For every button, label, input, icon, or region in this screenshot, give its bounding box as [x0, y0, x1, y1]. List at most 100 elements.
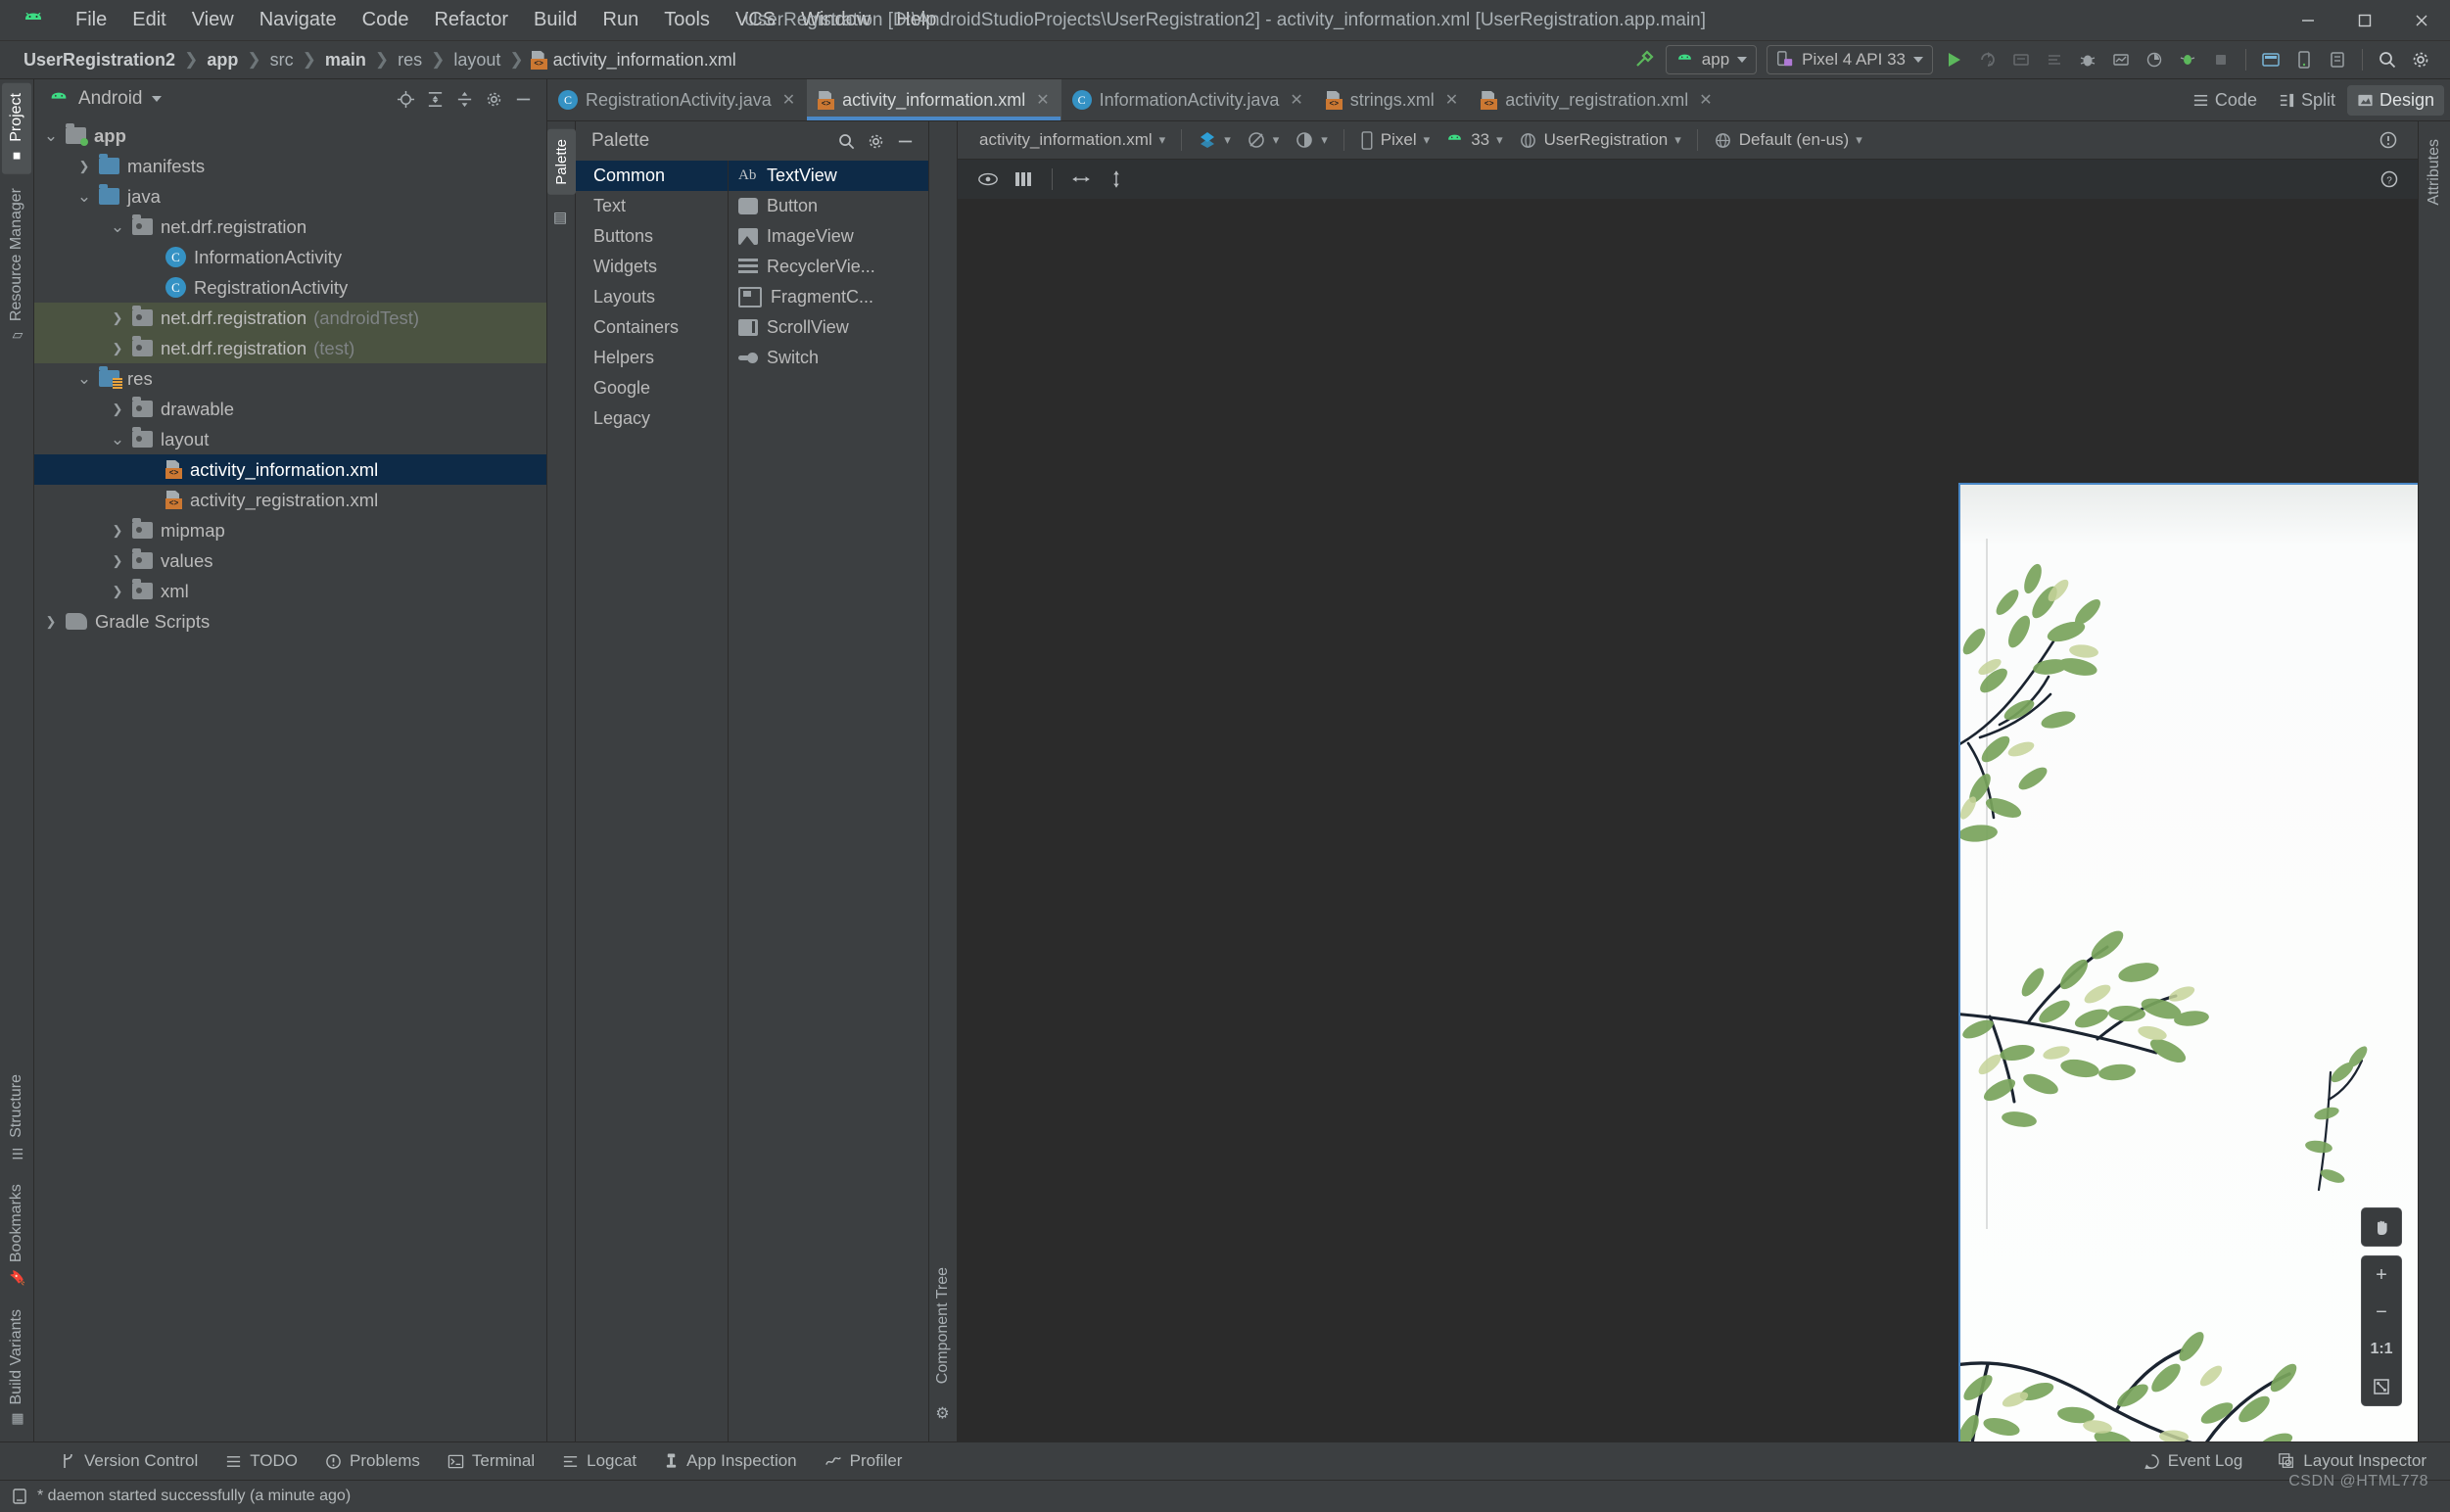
bottom-item-app-inspection[interactable]: App Inspection — [650, 1447, 810, 1475]
palette-item-textview[interactable]: Ab TextView — [729, 161, 928, 191]
palette-item-scrollview[interactable]: ScrollView — [729, 312, 928, 343]
tab-activity-information-xml[interactable]: activity_information.xml ✕ — [807, 79, 1061, 120]
bottom-item-problems[interactable]: Problems — [311, 1447, 434, 1475]
bottom-item-version-control[interactable]: Version Control — [47, 1447, 212, 1475]
palette-category-text[interactable]: Text — [576, 191, 728, 221]
palette-category-common[interactable]: Common — [576, 161, 728, 191]
tree-row[interactable]: ❯ drawable — [34, 394, 546, 424]
palette-item-imageview[interactable]: ImageView — [729, 221, 928, 252]
palette-category-layouts[interactable]: Layouts — [576, 282, 728, 312]
apply-code-changes-icon[interactable] — [2005, 45, 2037, 74]
component-tree-settings-icon[interactable]: ⚙ — [928, 1394, 959, 1432]
sidebar-item-bookmarks[interactable]: 🔖 Bookmarks — [2, 1174, 31, 1296]
tree-row[interactable]: ❯ xml — [34, 576, 546, 606]
sidebar-item-resource-manager[interactable]: ▱ Resource Manager — [2, 178, 31, 354]
chevron-right-icon[interactable]: ❯ — [107, 402, 128, 417]
tree-row[interactable]: activity_information.xml — [34, 454, 546, 485]
chevron-right-icon[interactable]: ❯ — [73, 159, 95, 174]
tree-row[interactable]: ❯ net.drf.registration (androidTest) — [34, 303, 546, 333]
palette-category-google[interactable]: Google — [576, 373, 728, 403]
menu-item-tools[interactable]: Tools — [651, 6, 723, 34]
make-project-icon[interactable] — [1628, 45, 1660, 74]
help-icon[interactable]: ? — [2375, 165, 2404, 193]
tab-registration-activity-java[interactable]: C RegistrationActivity.java ✕ — [547, 79, 807, 120]
bottom-item-event-log[interactable]: Event Log — [2130, 1447, 2257, 1475]
palette-category-helpers[interactable]: Helpers — [576, 343, 728, 373]
chevron-right-icon[interactable]: ❯ — [107, 523, 128, 539]
close-icon[interactable]: ✕ — [1699, 90, 1712, 110]
attach-debugger-icon[interactable] — [2172, 45, 2203, 74]
tree-row[interactable]: ⌄ layout — [34, 424, 546, 454]
tree-row[interactable]: ❯ net.drf.registration (test) — [34, 333, 546, 363]
tab-palette-vertical[interactable]: Palette — [546, 129, 576, 195]
tree-row[interactable]: ⌄ java — [34, 181, 546, 212]
menu-item-run[interactable]: Run — [590, 6, 652, 34]
chevron-right-icon[interactable]: ❯ — [107, 553, 128, 569]
menu-item-build[interactable]: Build — [521, 6, 589, 34]
minimize-button[interactable] — [2280, 0, 2336, 40]
menu-item-file[interactable]: File — [63, 6, 119, 34]
night-mode-selector[interactable]: ▾ — [1287, 127, 1336, 153]
debug-icon[interactable] — [2072, 45, 2103, 74]
menu-item-window[interactable]: Window — [788, 6, 883, 34]
sidebar-item-attributes[interactable]: Attributes — [2420, 129, 2449, 215]
close-icon[interactable]: ✕ — [1290, 90, 1302, 110]
zoom-actual-size-button[interactable]: 1:1 — [2362, 1331, 2401, 1368]
device-preview-render[interactable] — [1958, 483, 2418, 1441]
tree-row[interactable]: ❯ mipmap — [34, 515, 546, 545]
run-configuration-selector[interactable]: app — [1665, 45, 1758, 74]
theme-selector[interactable]: UserRegistration ▾ — [1511, 127, 1689, 153]
menu-item-code[interactable]: Code — [350, 6, 422, 34]
render-surface[interactable] — [1958, 483, 2418, 1441]
view-mode-code[interactable]: Code — [2183, 85, 2267, 116]
code-changes-icon[interactable] — [2039, 45, 2070, 74]
run-coverage-icon[interactable] — [2139, 45, 2170, 74]
minimize-icon[interactable] — [891, 128, 919, 154]
device-preview-selector[interactable]: Pixel ▾ — [1352, 127, 1437, 153]
zoom-to-fit-button[interactable] — [2362, 1368, 2401, 1405]
layout-variant-selector[interactable]: activity_information.xml ▾ — [971, 127, 1173, 153]
layout-columns-icon[interactable] — [1009, 165, 1038, 193]
apply-changes-icon[interactable]: A — [1972, 45, 2003, 74]
profile-icon[interactable] — [2105, 45, 2137, 74]
sidebar-item-build-variants[interactable]: ▦ Build Variants — [2, 1299, 31, 1438]
tab-strings-xml[interactable]: strings.xml ✕ — [1315, 79, 1470, 120]
search-everywhere-icon[interactable] — [2372, 45, 2403, 74]
palette-item-fragmentc[interactable]: FragmentC... — [729, 282, 928, 312]
chevron-right-icon[interactable]: ❯ — [107, 310, 128, 326]
tree-row[interactable]: ❯ values — [34, 545, 546, 576]
bottom-item-logcat[interactable]: Logcat — [548, 1447, 650, 1475]
maximize-button[interactable] — [2336, 0, 2393, 40]
palette-item-button[interactable]: Button — [729, 191, 928, 221]
tree-row[interactable]: C RegistrationActivity — [34, 272, 546, 303]
tree-row[interactable]: ❯ Gradle Scripts — [34, 606, 546, 637]
tree-row[interactable]: activity_registration.xml — [34, 485, 546, 515]
design-mode-selector[interactable]: ▾ — [1190, 127, 1239, 153]
breadcrumb-res[interactable]: res — [396, 49, 424, 71]
breadcrumb-app[interactable]: app — [205, 49, 240, 71]
tree-row[interactable]: ⌄ res — [34, 363, 546, 394]
menu-item-vcs[interactable]: VCS — [723, 6, 788, 34]
palette-item-switch[interactable]: Switch — [729, 343, 928, 373]
design-canvas[interactable]: + − 1:1 — [958, 199, 2418, 1441]
sdk-manager-icon[interactable] — [2255, 45, 2286, 74]
breadcrumb-src[interactable]: src — [268, 49, 296, 71]
palette-category-buttons[interactable]: Buttons — [576, 221, 728, 252]
menu-item-view[interactable]: View — [179, 6, 247, 34]
palette-item-recyclervie[interactable]: RecyclerVie... — [729, 252, 928, 282]
palette-strip-icon-slot[interactable]: ▤ — [546, 201, 576, 238]
breadcrumb-project[interactable]: UserRegistration2 — [22, 49, 177, 71]
close-button[interactable] — [2393, 0, 2450, 40]
palette-category-containers[interactable]: Containers — [576, 312, 728, 343]
close-icon[interactable]: ✕ — [1036, 90, 1049, 110]
close-icon[interactable]: ✕ — [782, 90, 795, 110]
gear-icon[interactable] — [862, 128, 889, 154]
device-explorer-icon[interactable] — [2322, 45, 2353, 74]
menu-item-help[interactable]: Help — [883, 6, 949, 34]
breadcrumb-main[interactable]: main — [323, 49, 368, 71]
tree-row[interactable]: ❯ manifests — [34, 151, 546, 181]
chevron-down-icon[interactable]: ⌄ — [73, 370, 95, 387]
blueprint-toggle[interactable]: ▾ — [1239, 127, 1288, 153]
bottom-item-layout-inspector[interactable]: Layout Inspector — [2264, 1447, 2440, 1475]
expand-all-icon[interactable] — [421, 86, 448, 112]
